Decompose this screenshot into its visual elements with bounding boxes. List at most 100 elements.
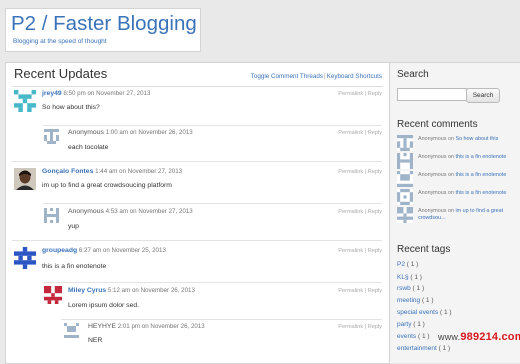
entry-timestamp[interactable]: 2:01 pm on November 26, 2013 [118,323,205,330]
identicon-avatar-icon[interactable] [397,135,413,151]
sidebar: Search Search Recent comments Anonymous … [389,62,520,363]
comment-link[interactable]: this is a fin enotenote [455,154,506,160]
post-entry: groupeadg 6:27 am on November 25, 2013 P… [14,246,382,282]
comment-author: Anonymous [418,208,447,214]
entry-content: each tocolate [68,144,109,151]
entry-author[interactable]: groupeadg [42,247,77,254]
tag-count: ( 1 ) [406,261,419,268]
entry-author: Anonymous [68,129,104,136]
recent-comment-item: Anonymous on this is a fin enotenote [397,189,517,205]
site-header: P2 / Faster Blogging Blogging at the spe… [5,8,201,52]
tag-count: ( 1 ) [412,285,425,292]
entry-actions[interactable]: Permalink | Reply [338,288,382,294]
identicon-avatar-icon[interactable] [397,153,413,169]
identicon-avatar-icon[interactable] [64,323,79,338]
comment-author: Anonymous [418,136,447,142]
tag-link[interactable]: P2 [397,261,405,268]
recent-comment-item: Anonymous on this is a fin enotenote [397,153,517,169]
post-divider [12,161,382,162]
search-heading: Search [397,69,429,80]
post-divider [12,240,382,241]
identicon-avatar-icon[interactable] [44,286,62,304]
tag-link[interactable]: special events [397,309,438,316]
tag-item: events ( 1 ) [397,333,430,340]
tag-link[interactable]: party [397,321,411,328]
entry-author[interactable]: Miley Cyrus [68,287,106,294]
entry-actions[interactable]: Permalink | Reply [338,91,382,97]
keyboard-shortcuts-link[interactable]: Keyboard Shortcuts [327,73,382,80]
tag-link[interactable]: meeting [397,297,420,304]
watermark-text: 989214.com [460,331,520,343]
entry-timestamp[interactable]: 1:44 am on November 27, 2013 [95,168,182,175]
entry-content: NER [88,337,103,344]
recent-comments-heading: Recent comments [397,119,478,130]
page-title: Recent Updates [14,66,108,81]
entry-actions[interactable]: Permalink | Reply [338,209,382,215]
entry-actions[interactable]: Permalink | Reply [338,169,382,175]
post-entry: jrey49 8:50 pm on November 27, 2013 Perm… [14,89,382,123]
site-title[interactable]: P2 / Faster Blogging [11,12,197,36]
entry-content: So how about this? [42,104,100,111]
identicon-avatar-icon[interactable] [44,208,59,223]
user-photo-avatar-icon[interactable] [14,168,36,190]
tag-item: rswb ( 1 ) [397,285,424,292]
identicon-avatar-icon[interactable] [14,90,36,112]
comment-link[interactable]: So how about this [455,136,498,142]
entry-actions[interactable]: Permalink | Reply [338,130,382,136]
recent-comment-item: Anonymous on this is a fin enotenote [397,171,517,187]
tag-item: KL§ ( 1 ) [397,274,422,281]
main-links: Toggle Comment Threads|Keyboard Shortcut… [251,73,382,80]
site-tagline: Blogging at the speed of thought [13,38,107,45]
identicon-avatar-icon[interactable] [44,129,59,144]
entry-author[interactable]: Gonçalo Fontes [42,168,93,175]
tag-item: meeting ( 1 ) [397,297,434,304]
tag-link[interactable]: events [397,333,416,340]
search-input[interactable] [397,88,467,101]
tag-item: P2 ( 1 ) [397,261,418,268]
comment-on: on [447,154,454,160]
identicon-avatar-icon[interactable] [397,189,413,205]
tag-count: ( 1 ) [413,321,425,328]
recent-updates-panel: Recent Updates Toggle Comment Threads|Ke… [5,62,390,364]
tag-link[interactable]: KL§ [397,274,409,281]
title-divider [12,86,383,87]
entry-author[interactable]: jrey49 [42,90,62,97]
comment-link[interactable]: this is a fin enotenote [455,172,506,178]
tag-count: ( 1 ) [417,333,430,340]
recent-comment-item: Anonymous on So how about this [397,135,517,151]
watermark-prefix: www. [438,332,461,342]
tag-item: entertainment ( 1 ) [397,345,450,352]
entry-content: Lorem ipsum dolor sed. [68,302,140,309]
tag-link[interactable]: entertainment [397,345,437,352]
link-separator: | [324,73,326,80]
identicon-avatar-icon[interactable] [14,247,36,269]
tag-count: ( 1 ) [440,309,452,316]
entry-content: yup [68,223,79,230]
tag-item: special events ( 1 ) [397,309,452,316]
tag-link[interactable]: rswb [397,285,411,292]
comment-author: Anonymous [418,190,447,196]
entry-author: Anonymous [68,208,104,215]
watermark: www.989214.com [438,331,520,343]
comment-author: Anonymous [418,172,447,178]
entry-actions[interactable]: Permalink | Reply [338,324,382,330]
tag-item: party ( 1 ) [397,321,425,328]
post-entry: Gonçalo Fontes 1:44 am on November 27, 2… [14,167,382,203]
thread-divider [43,282,382,283]
identicon-avatar-icon[interactable] [397,207,413,223]
identicon-avatar-icon[interactable] [397,171,413,187]
entry-timestamp[interactable]: 8:50 pm on November 27, 2013 [63,90,150,97]
entry-actions[interactable]: Permalink | Reply [338,248,382,254]
entry-timestamp[interactable]: 5:12 am on November 26, 2013 [108,287,195,294]
search-button[interactable]: Search [466,88,500,103]
thread-divider [43,203,382,204]
comment-on: on [447,208,454,214]
comment-on: on [447,136,454,142]
entry-author: HEYHYE [88,323,116,330]
entry-timestamp[interactable]: 6:27 am on November 25, 2013 [79,247,166,254]
comment-on: on [447,172,454,178]
comment-link[interactable]: this is a fin enotenote [455,190,506,196]
entry-timestamp[interactable]: 4:53 am on November 27, 2013 [106,208,193,215]
entry-timestamp[interactable]: 1:00 am on November 26, 2013 [106,129,193,136]
toggle-comment-threads-link[interactable]: Toggle Comment Threads [251,73,323,80]
